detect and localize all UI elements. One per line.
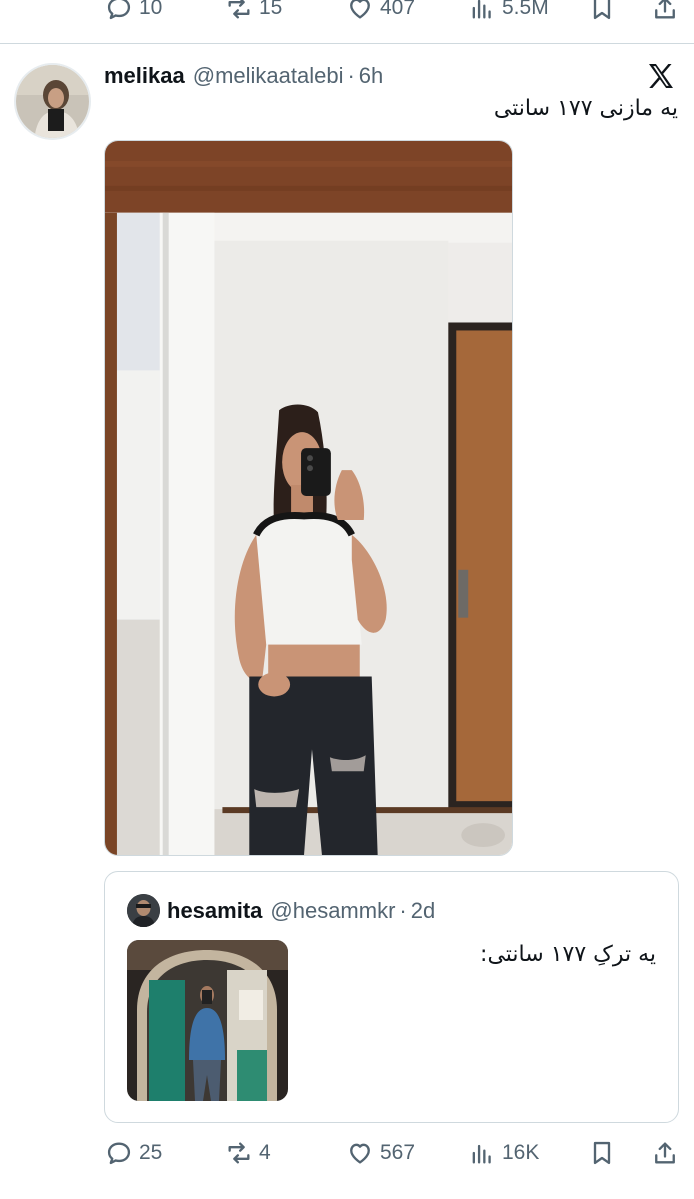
quote-time[interactable]: 2d [411, 898, 435, 924]
bookmark-icon [593, 0, 611, 20]
views-icon [472, 1144, 491, 1164]
tweet-text: یه مازنی ۱۷۷ سانتی [493, 96, 678, 121]
previous-tweet-action-bar: 10 15 407 5.5M [0, 0, 694, 28]
views-icon [472, 0, 491, 19]
share-icon [655, 1142, 675, 1164]
avatar[interactable] [14, 63, 91, 140]
repost-button[interactable]: 4 [225, 1133, 271, 1173]
reply-count: 25 [139, 1141, 163, 1164]
like-button[interactable]: 407 [346, 0, 415, 28]
like-button[interactable]: 567 [346, 1133, 415, 1173]
display-name[interactable]: melikaa [104, 63, 185, 89]
share-button[interactable] [651, 0, 679, 28]
quote-avatar-image [127, 894, 160, 927]
reply-icon [107, 0, 131, 20]
quote-tweet-card[interactable]: hesamita @hesammkr · 2d یه ترکِ ۱۷۷ سانت… [104, 871, 679, 1123]
repost-icon [228, 0, 250, 19]
quote-user-handle[interactable]: @hesammkr [270, 898, 395, 924]
views-count: 5.5M [502, 0, 549, 19]
bookmark-button[interactable] [588, 0, 616, 28]
share-icon [655, 0, 675, 19]
tweet-action-bar: 25 4 567 16K [0, 1133, 694, 1173]
views-button[interactable]: 5.5M [468, 0, 549, 28]
views-button[interactable]: 16K [468, 1133, 539, 1173]
reply-count: 10 [139, 0, 163, 19]
repost-count: 15 [259, 0, 283, 19]
reply-button[interactable]: 25 [105, 1133, 162, 1173]
quote-separator-dot: · [399, 897, 407, 923]
repost-count: 4 [259, 1141, 271, 1164]
views-count: 16K [502, 1141, 540, 1164]
like-icon [350, 0, 370, 19]
tweet-time[interactable]: 6h [359, 63, 383, 89]
quote-mirror-image [127, 940, 288, 1101]
x-logo-icon [649, 64, 673, 88]
quote-photo[interactable] [127, 940, 288, 1101]
separator-dot: · [347, 63, 355, 88]
like-icon [350, 1143, 370, 1164]
bookmark-icon [593, 1141, 611, 1165]
quote-header: hesamita @hesammkr · 2d [167, 894, 435, 927]
like-count: 567 [380, 1141, 416, 1164]
like-count: 407 [380, 0, 416, 19]
avatar-image [16, 65, 89, 138]
quote-avatar[interactable] [127, 894, 160, 927]
quote-text: یه ترکِ ۱۷۷ سانتی: [480, 942, 656, 967]
tweet-divider [0, 43, 694, 44]
tweet-photo[interactable] [104, 140, 513, 856]
quote-display-name[interactable]: hesamita [167, 898, 262, 924]
tweet-header: melikaa @melikaatalebi · 6h [104, 60, 383, 92]
bookmark-button[interactable] [588, 1133, 616, 1173]
share-button[interactable] [651, 1133, 679, 1173]
reply-icon [107, 1142, 131, 1165]
repost-icon [228, 1142, 250, 1164]
user-handle[interactable]: @melikaatalebi [193, 63, 344, 89]
mirror-selfie-image [105, 141, 512, 855]
repost-button[interactable]: 15 [225, 0, 282, 28]
reply-button[interactable]: 10 [105, 0, 162, 28]
